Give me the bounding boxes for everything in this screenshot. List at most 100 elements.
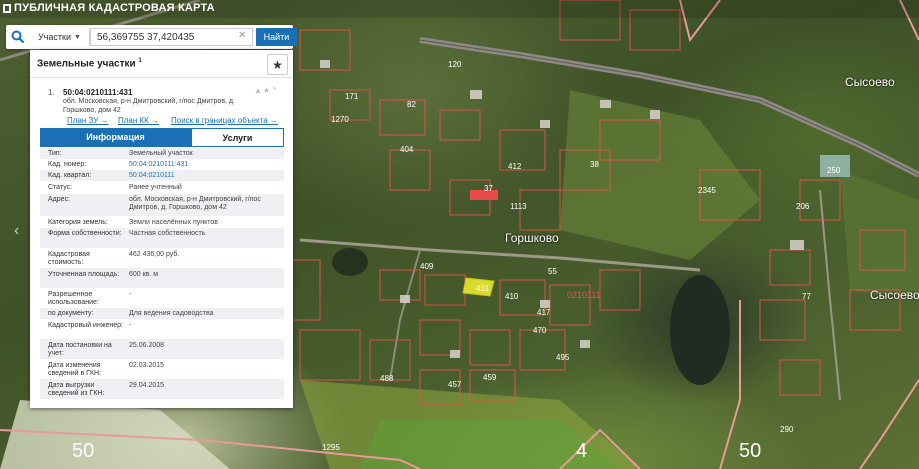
plan-zu-link[interactable]: План ЗУ → <box>67 116 109 125</box>
result-actions-icons[interactable]: ▲★⌃ <box>254 86 279 95</box>
results-panel: Земельные участки 1 ★ 1. 50:04:0210111:4… <box>30 50 293 408</box>
parcel-number[interactable]: 171 <box>345 92 358 101</box>
property-value: 462 436,00 руб. <box>129 251 180 258</box>
property-key: Адрес: <box>48 196 70 203</box>
parcel-number[interactable]: 2345 <box>698 186 716 195</box>
property-row: Статус: Ранее учтенный <box>40 182 284 194</box>
search-button[interactable]: Найти <box>256 28 297 46</box>
parcel-number[interactable]: 120 <box>448 60 461 69</box>
search-in-bounds-link[interactable]: Поиск в границах объекта → <box>171 116 278 125</box>
property-key: Категория земель: <box>48 219 108 226</box>
favorite-star-icon[interactable]: ★ <box>267 54 288 75</box>
parcel-number[interactable]: 470 <box>533 326 546 335</box>
property-row: Уточненная площадь: 600 кв. м <box>40 268 284 288</box>
property-key: Кадастровый инженер: <box>48 322 123 329</box>
parcel-number[interactable]: 404 <box>400 145 413 154</box>
result-address: обл. Московская, р-н Дмитровский, г/пос … <box>63 98 235 114</box>
village-label: Горшково <box>505 231 559 245</box>
property-value: обл. Московская, р-н Дмитровский, г/пос … <box>129 196 261 211</box>
map-logo-icon <box>3 4 11 13</box>
property-row: Дата постановки на учет: 25.06.2008 <box>40 339 284 359</box>
parcel-number[interactable]: 495 <box>556 353 569 362</box>
district-number: 4 <box>576 440 588 462</box>
property-row: Дата изменения сведений в ГКН: 02.03.201… <box>40 359 284 379</box>
property-key: Кад. квартал: <box>48 172 92 179</box>
parcel-number[interactable]: 459 <box>483 373 496 382</box>
parcel-number[interactable]: 290 <box>780 425 793 434</box>
search-bar: Участки ▼ ✕ Найти <box>6 25 297 49</box>
village-label: Сысоево <box>870 288 919 302</box>
property-value[interactable]: 50:04:0210111 <box>129 172 279 180</box>
parcel-number[interactable]: 38 <box>590 160 599 169</box>
top-bar: ПУБЛИЧНАЯ КАДАСТРОВАЯ КАРТА <box>0 0 919 18</box>
property-value: 02.03.2015 <box>129 362 165 369</box>
info-tabs: Информация Услуги <box>40 128 284 147</box>
chevron-left-icon[interactable]: ‹ <box>14 222 19 240</box>
property-key: по документу: <box>48 310 94 317</box>
result-count: 1 <box>138 58 142 64</box>
property-value: Ранее учтенный <box>129 184 182 191</box>
property-key: Разрешенное использование: <box>48 291 99 306</box>
property-row: Адрес: обл. Московская, р-н Дмитровский,… <box>40 194 284 216</box>
property-row: Тип: Земельный участок <box>40 148 284 159</box>
district-number: 50 <box>72 440 95 462</box>
parcel-number[interactable]: 1295 <box>322 443 340 452</box>
clear-icon[interactable]: ✕ <box>238 30 246 41</box>
property-value: Частная собственность <box>129 230 206 237</box>
parcel-number[interactable]: 417 <box>537 308 550 317</box>
parcel-number[interactable]: 82 <box>407 100 416 109</box>
tab-information[interactable]: Информация <box>40 128 191 147</box>
property-value[interactable]: 50:04:0210111:431 <box>129 161 279 169</box>
property-key: Кадастровая стоимость: <box>48 251 90 266</box>
result-index: 1. <box>48 88 55 97</box>
property-key: Уточненная площадь: <box>48 271 120 278</box>
panel-header: Земельные участки 1 ★ <box>30 50 293 78</box>
parcel-number[interactable]: 412 <box>508 162 521 171</box>
parcel-number[interactable]: 409 <box>420 262 433 271</box>
chevron-down-icon: ▼ <box>74 33 81 41</box>
property-row: Кадастровая стоимость: 462 436,00 руб. <box>40 248 284 268</box>
property-key: Дата выгрузки сведений из ГКН: <box>48 382 105 397</box>
search-category-value: Участки <box>38 32 71 42</box>
property-key: Форма собственности: <box>48 230 122 237</box>
property-key: Кад. номер: <box>48 161 87 168</box>
property-row: Кадастровый инженер: - <box>40 319 284 339</box>
district-number: 50 <box>739 440 762 462</box>
property-row: Разрешенное использование: - <box>40 288 284 308</box>
parcel-number[interactable]: 457 <box>448 380 461 389</box>
property-row: Дата выгрузки сведений из ГКН: 29.04.201… <box>40 379 284 399</box>
property-value: Земли населённых пунктов <box>129 219 219 226</box>
property-value: - <box>129 291 132 298</box>
property-row: по документу: Для ведения садоводства <box>40 308 284 319</box>
parcel-number[interactable]: 77 <box>802 292 811 301</box>
parcel-number[interactable]: 431 <box>476 284 489 293</box>
parcel-number[interactable]: 250 <box>827 166 840 175</box>
parcel-number[interactable]: 488 <box>380 374 393 383</box>
parcel-number[interactable]: 1113 <box>510 202 527 211</box>
property-key: Статус: <box>48 184 73 191</box>
parcel-number[interactable]: 37 <box>484 184 493 193</box>
parcel-number[interactable]: 1270 <box>331 115 349 124</box>
parcel-number[interactable]: 55 <box>548 267 557 276</box>
tab-services[interactable]: Услуги <box>191 128 284 147</box>
search-category-select[interactable]: Участки ▼ <box>38 29 86 45</box>
property-value: 25.06.2008 <box>129 342 165 349</box>
property-key: Дата постановки на учет: <box>48 342 112 357</box>
parcel-number[interactable]: 206 <box>796 202 809 211</box>
panel-title: Земельные участки 1 <box>37 58 142 70</box>
property-value: 29.04.2015 <box>129 382 165 389</box>
parcel-number[interactable]: 410 <box>505 292 518 301</box>
property-value: 600 кв. м <box>129 271 159 278</box>
search-input[interactable] <box>90 28 253 46</box>
cadastral-number[interactable]: 50:04:0210111:431 <box>63 88 132 97</box>
village-label: Сысоево <box>845 75 895 89</box>
property-row: Кад. квартал: 50:04:0210111 <box>40 170 284 181</box>
search-icon[interactable] <box>6 25 30 49</box>
property-key: Дата изменения сведений в ГКН: <box>48 362 102 377</box>
plan-kk-link[interactable]: План КК → <box>118 116 159 125</box>
property-row: Категория земель: Земли населённых пункт… <box>40 217 284 228</box>
property-value: Для ведения садоводства <box>129 310 214 317</box>
quarter-label: 0210111 <box>567 290 601 300</box>
property-row: Форма собственности: Частная собственнос… <box>40 228 284 248</box>
app-title: ПУБЛИЧНАЯ КАДАСТРОВАЯ КАРТА <box>14 2 215 14</box>
